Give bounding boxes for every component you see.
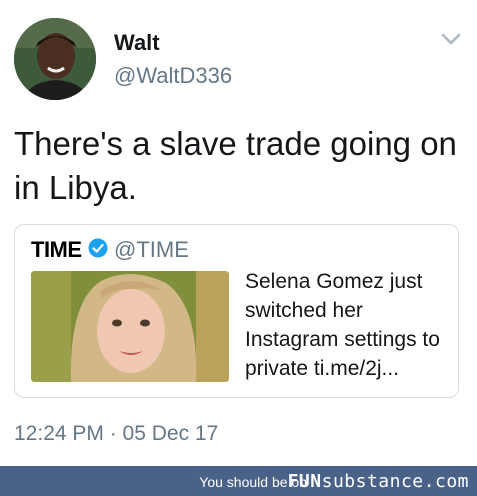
quoted-brand: TIME	[31, 237, 82, 262]
avatar-image	[14, 18, 96, 100]
chevron-down-icon[interactable]	[440, 32, 462, 46]
tweet-text: There's a slave trade going on in Libya.	[14, 125, 457, 206]
footer-brand-bold: FUN	[287, 471, 322, 492]
tweet: Walt @WaltD336 There's a slave trade goi…	[0, 0, 477, 466]
avatar[interactable]	[14, 18, 96, 100]
quoted-image[interactable]	[31, 271, 229, 382]
verified-badge-icon	[88, 238, 108, 258]
user-name[interactable]: Walt	[114, 30, 160, 56]
footer-brand-rest: substance.com	[321, 471, 469, 492]
user-handle[interactable]: @WaltD336	[114, 63, 232, 89]
quoted-text: Selena Gomez just switched her Instagram…	[245, 270, 440, 380]
quoted-tweet-card[interactable]: TIME @TIME Selena Gomez just switched he…	[14, 224, 459, 398]
quoted-handle[interactable]: @TIME	[114, 237, 189, 263]
footer-brand: FUNsubstance.com	[288, 471, 469, 492]
watermark-footer: You should be on FUNsubstance.com	[0, 466, 477, 496]
timestamp[interactable]: 12:24 PM · 05 Dec 17	[14, 422, 218, 446]
